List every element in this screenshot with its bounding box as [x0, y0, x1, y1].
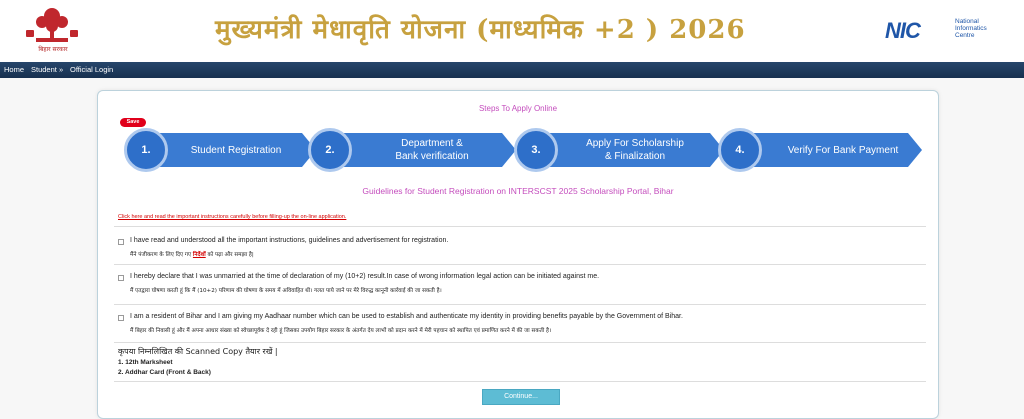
- step-4-number: 4.: [718, 128, 762, 172]
- nav-home-link[interactable]: Home: [4, 65, 24, 74]
- declaration-row: I hereby declare that I was unmarried at…: [114, 265, 926, 305]
- declaration-2-text: I hereby declare that I was unmarried at…: [130, 273, 600, 280]
- nav-student-menu[interactable]: Student »: [31, 65, 63, 74]
- documents-section: कृपया निम्नलिखित की Scanned Copy तैयार र…: [114, 346, 926, 386]
- step-1-number: 1.: [124, 128, 168, 172]
- step-4-arrow: Verify For Bank Payment: [742, 133, 922, 167]
- declaration-3-hindi: मैं बिहार की निवासी हूं और मैं अपना आधार…: [130, 328, 552, 334]
- declaration-1-hindi-before: मैंने पंजीकरण के लिए दिए गए: [130, 252, 193, 258]
- declaration-1-hindi-after: को पढ़ा और समझा है|: [205, 252, 254, 258]
- documents-heading: कृपया निम्नलिखित की Scanned Copy तैयार र…: [118, 347, 278, 356]
- guidelines-title: Guidelines for Student Registration on I…: [362, 186, 674, 196]
- logo-caption: बिहार सरकार: [38, 46, 68, 53]
- page: बिहार सरकार मुख्यमंत्री मेधावृति योजना (…: [0, 0, 1024, 419]
- header: बिहार सरकार मुख्यमंत्री मेधावृति योजना (…: [0, 0, 1024, 62]
- step-3-label: Apply For Scholarship & Finalization: [586, 138, 684, 162]
- nic-text-line: Centre: [955, 32, 975, 39]
- form-footer: Continue...: [114, 381, 926, 411]
- step-4-label: Verify For Bank Payment: [787, 145, 899, 156]
- instructions-hindi-link[interactable]: निर्देशों: [193, 252, 206, 258]
- page-title: मुख्यमंत्री मेधावृति योजना (माध्यमिक +2 …: [215, 15, 746, 45]
- nic-text-line: National: [955, 18, 979, 25]
- nic-logo: NIC National Informatics Centre: [885, 14, 1015, 46]
- nav-official-login-link[interactable]: Official Login: [70, 65, 113, 74]
- declaration-1-hindi: मैंने पंजीकरण के लिए दिए गए निर्देशों को…: [130, 250, 254, 258]
- declaration-2-hindi: मैं एतद्वारा घोषणा करती हूं कि मैं (10+2…: [130, 288, 442, 294]
- steps-title: Steps To Apply Online: [478, 104, 558, 113]
- step-2-label: Department & Bank verification: [395, 138, 469, 162]
- declaration-row: I have read and understood all the impor…: [114, 229, 926, 265]
- document-item: 1. 12th Marksheet: [118, 359, 173, 366]
- declaration-2-checkbox[interactable]: [118, 275, 124, 281]
- continue-button[interactable]: Continue...: [482, 389, 560, 405]
- nav-bar: Home Student » Official Login: [0, 62, 1024, 78]
- declaration-1-checkbox[interactable]: [118, 239, 124, 245]
- nic-text: National Informatics Centre: [955, 18, 987, 39]
- instructions-link[interactable]: Click here and read the important instru…: [118, 214, 346, 220]
- nic-text-line: Informatics: [955, 25, 987, 32]
- step-1-label: Student Registration: [190, 145, 282, 156]
- step-3-number: 3.: [514, 128, 558, 172]
- declaration-3-checkbox[interactable]: [118, 315, 124, 321]
- step-2-number: 2.: [308, 128, 352, 172]
- instructions-row: Click here and read the important instru…: [114, 209, 926, 227]
- declaration-row: I am a resident of Bihar and I am giving…: [114, 305, 926, 343]
- save-button[interactable]: Save: [120, 118, 146, 127]
- document-item: 2. Addhar Card (Front & Back): [118, 369, 211, 376]
- nic-mark: NIC: [885, 18, 921, 43]
- declaration-3-text: I am a resident of Bihar and I am giving…: [130, 313, 683, 320]
- declaration-1-text: I have read and understood all the impor…: [130, 237, 449, 244]
- step-3-arrow: Apply For Scholarship & Finalization: [538, 133, 724, 167]
- step-2-arrow: Department & Bank verification: [334, 133, 516, 167]
- main-panel: Steps To Apply Online Save Student Regis…: [97, 90, 939, 419]
- step-1-arrow: Student Registration: [146, 133, 316, 167]
